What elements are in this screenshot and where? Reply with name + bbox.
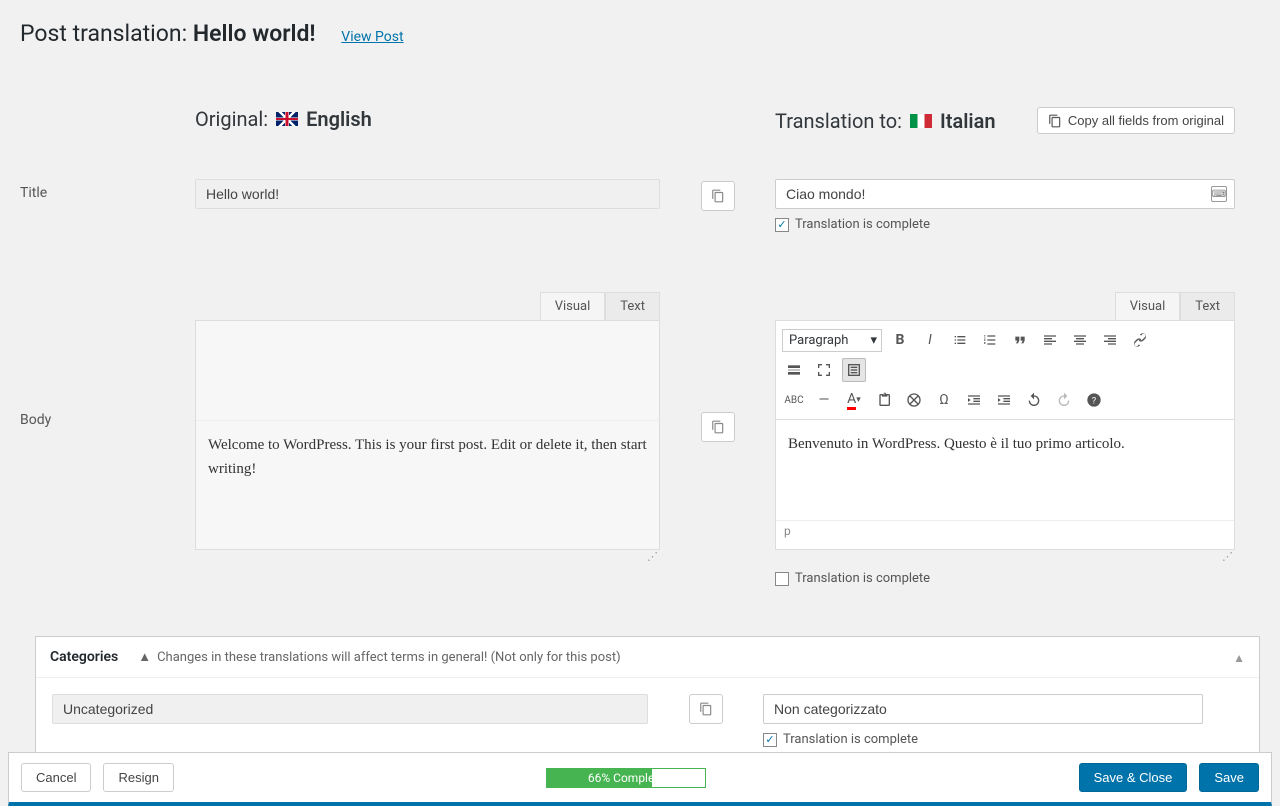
progress-bar: 66% Complete [546,768,706,788]
italic-button[interactable]: I [918,328,942,352]
original-body-editor: Welcome to WordPress. This is your first… [195,320,660,550]
original-visual-tab[interactable]: Visual [540,292,606,320]
paste-text-button[interactable] [872,388,896,412]
original-text-tab[interactable]: Text [605,292,660,320]
keyboard-icon[interactable]: ⌨ [1211,186,1227,202]
copy-title-button[interactable] [701,181,735,211]
title-complete-checkbox-row[interactable]: Translation is complete [775,217,1235,232]
page-title-name: Hello world! [193,20,316,47]
bullet-list-button[interactable] [948,328,972,352]
fullscreen-button[interactable] [812,358,836,382]
warning-icon: ▲ [138,649,151,665]
numbered-list-button[interactable] [978,328,1002,352]
undo-button[interactable] [1022,388,1046,412]
special-char-button[interactable]: Ω [932,388,956,412]
translation-body-editor: Paragraph ▾ B I ABC [775,320,1235,550]
translation-visual-tab[interactable]: Visual [1115,292,1181,320]
outdent-button[interactable] [962,388,986,412]
resize-handle-icon[interactable]: ⋰ [195,550,660,563]
original-title-input [195,179,660,209]
view-post-link[interactable]: View Post [341,29,403,45]
category-complete-checkbox[interactable] [763,733,777,747]
copy-icon [711,420,725,434]
categories-panel: Categories ▲ Changes in these translatio… [35,636,1260,764]
clear-formatting-button[interactable] [902,388,926,412]
strikethrough-button[interactable]: ABC [782,388,806,412]
redo-button[interactable] [1052,388,1076,412]
text-color-button[interactable]: A▾ [842,388,866,412]
translation-body-content[interactable]: Benvenuto in WordPress. Questo è il tuo … [776,420,1234,520]
resize-handle-icon[interactable]: ⋰ [775,550,1235,563]
translation-text-tab[interactable]: Text [1180,292,1235,320]
copy-icon [1048,114,1062,128]
category-complete-checkbox-row[interactable]: Translation is complete [763,732,1203,747]
hr-button[interactable]: — [812,388,836,412]
align-left-button[interactable] [1038,328,1062,352]
blockquote-button[interactable] [1008,328,1032,352]
body-complete-checkbox[interactable] [775,572,789,586]
original-language-header: Original: English [195,107,660,131]
categories-warning: Changes in these translations will affec… [157,650,621,665]
link-button[interactable] [1128,328,1152,352]
indent-button[interactable] [992,388,1016,412]
title-complete-checkbox[interactable] [775,218,789,232]
copy-icon [711,189,725,203]
copy-body-button[interactable] [701,412,735,442]
resign-button[interactable]: Resign [103,763,173,792]
cancel-button[interactable]: Cancel [21,763,91,792]
editor-path-status: p [776,520,1234,541]
page-title-prefix: Post translation: [20,20,187,47]
original-category-input [52,694,648,724]
copy-icon [699,702,713,716]
translation-title-input[interactable] [775,179,1235,209]
align-right-button[interactable] [1098,328,1122,352]
title-field-label: Title [20,179,195,232]
flag-uk-icon [276,112,298,126]
readmore-button[interactable] [782,358,806,382]
body-field-label: Body [20,292,195,586]
save-button[interactable]: Save [1199,763,1259,792]
toolbar-toggle-button[interactable] [842,358,866,382]
categories-heading: Categories [50,649,118,665]
body-complete-checkbox-row[interactable]: Translation is complete [775,571,1235,586]
save-close-button[interactable]: Save & Close [1079,763,1188,792]
translation-language-header: Translation to: Italian [775,109,996,133]
footer-bar: Cancel Resign 66% Complete Save & Close … [8,752,1272,806]
align-center-button[interactable] [1068,328,1092,352]
format-select[interactable]: Paragraph ▾ [782,329,882,352]
flag-it-icon [910,114,932,128]
page-title: Post translation: Hello world! [20,20,321,47]
bold-button[interactable]: B [888,328,912,352]
svg-text:?: ? [1092,395,1097,406]
original-body-content: Welcome to WordPress. This is your first… [196,421,659,493]
copy-all-fields-button[interactable]: Copy all fields from original [1037,107,1235,134]
translation-category-input[interactable] [763,694,1203,724]
copy-category-button[interactable] [689,694,723,724]
collapse-panel-button[interactable]: ▲ [1233,651,1245,665]
help-button[interactable]: ? [1082,388,1106,412]
